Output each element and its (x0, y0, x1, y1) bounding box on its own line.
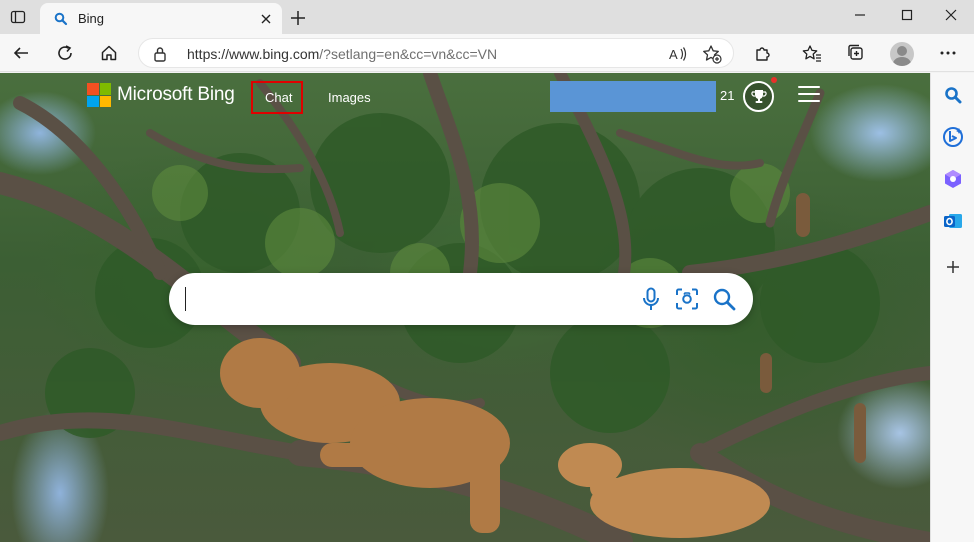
home-icon[interactable] (94, 38, 124, 68)
tab-strip: Bing (0, 0, 974, 34)
rewards-trophy-icon[interactable] (743, 81, 774, 112)
address-bar[interactable]: https://www.bing.com/?setlang=en&cc=vn&c… (138, 38, 734, 68)
collections-icon[interactable] (841, 38, 871, 68)
close-tab-icon[interactable] (258, 11, 274, 27)
edge-sidebar (930, 73, 974, 542)
microphone-icon[interactable] (638, 286, 664, 312)
sidebar-add-icon[interactable] (942, 256, 964, 278)
redacted-account-area[interactable] (550, 81, 716, 112)
search-box[interactable] (169, 273, 753, 325)
bing-homepage: Microsoft Bing Chat Images 21 (0, 73, 930, 542)
browser-tab-bing[interactable]: Bing (40, 3, 282, 34)
svg-text:A: A (669, 47, 678, 62)
sidebar-search-icon[interactable] (942, 84, 964, 106)
sidebar-copilot-icon[interactable] (942, 126, 964, 148)
close-window-icon[interactable] (928, 0, 974, 30)
chat-highlight-box (251, 81, 303, 114)
microsoft-bing-logo[interactable]: Microsoft Bing (87, 83, 235, 107)
hamburger-menu-icon[interactable] (798, 86, 820, 104)
text-caret (185, 287, 186, 311)
maximize-icon[interactable] (884, 0, 930, 30)
more-menu-icon[interactable] (933, 38, 963, 68)
brand-text: Microsoft Bing (117, 84, 235, 105)
minimize-icon[interactable] (837, 0, 883, 30)
visual-search-icon[interactable] (674, 286, 700, 312)
new-tab-plus-icon[interactable] (287, 7, 309, 29)
rewards-points[interactable]: 21 (720, 88, 734, 103)
notification-dot (771, 77, 777, 83)
browser-toolbar: https://www.bing.com/?setlang=en&cc=vn&c… (0, 34, 974, 72)
bing-search-favicon (54, 12, 68, 26)
profile-avatar[interactable] (890, 42, 914, 66)
search-icon[interactable] (711, 286, 737, 312)
add-favorite-icon[interactable] (701, 43, 723, 65)
read-aloud-icon[interactable]: A (667, 43, 689, 65)
nav-images-link[interactable]: Images (328, 90, 371, 105)
refresh-icon[interactable] (50, 38, 80, 68)
extensions-puzzle-icon[interactable] (748, 38, 778, 68)
url-text: https://www.bing.com/?setlang=en&cc=vn&c… (187, 46, 498, 62)
sidebar-games-icon[interactable] (942, 168, 964, 190)
back-arrow-icon[interactable] (6, 38, 36, 68)
tab-title: Bing (78, 11, 105, 26)
favorites-icon[interactable] (797, 38, 827, 68)
microsoft-logo-icon (87, 83, 111, 107)
lock-icon[interactable] (153, 46, 167, 67)
tab-actions-icon[interactable] (6, 6, 30, 28)
sidebar-outlook-icon[interactable] (942, 210, 964, 232)
